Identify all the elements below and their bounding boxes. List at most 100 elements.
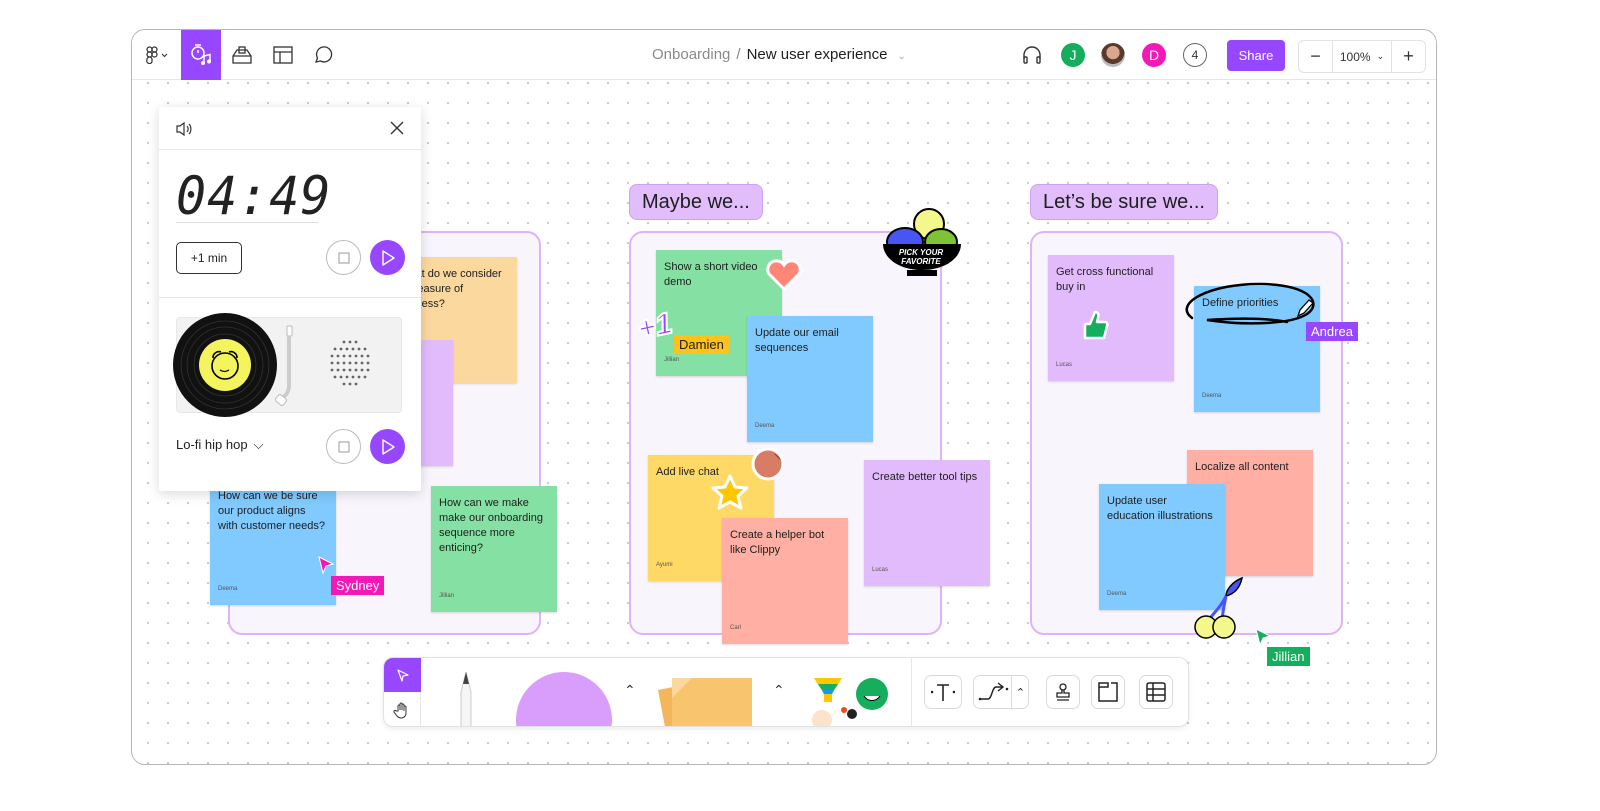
zoom-level-dropdown[interactable]: 100% ⌄: [1332, 41, 1392, 72]
stop-icon: [338, 441, 349, 452]
section-tool-button[interactable]: [1091, 675, 1125, 709]
star-sticker-icon[interactable]: [710, 473, 750, 513]
sticky-author: Jillian: [439, 593, 455, 599]
widgets-stickers-tool-icon[interactable]: [804, 672, 894, 727]
figma-logo-icon: [146, 46, 168, 64]
breadcrumb: Onboarding / New user experience ⌄: [652, 46, 906, 63]
shape-tool-expand-chevron[interactable]: ⌃: [624, 682, 636, 699]
sticky-author: Deema: [218, 586, 238, 592]
panel-divider: [159, 297, 421, 298]
volume-icon[interactable]: [175, 121, 193, 137]
panel-header: [159, 107, 421, 150]
sticky-text: Update user education illustrations: [1107, 495, 1213, 522]
plus-one-sticker[interactable]: +1: [634, 306, 676, 347]
stamp-tool-button[interactable]: [1046, 675, 1080, 709]
section-label[interactable]: Maybe we...: [629, 184, 763, 220]
sticky-note[interactable]: Update our email sequences Deema: [747, 316, 873, 442]
move-tool-button[interactable]: [384, 658, 421, 692]
sticky-text: Create a helper bot like Clippy: [730, 529, 825, 556]
connector-expand-chevron[interactable]: ⌃: [1011, 676, 1029, 710]
music-station-dropdown[interactable]: Lo-fi hip hop ⌵: [176, 437, 263, 453]
dot-sticker-icon[interactable]: [750, 446, 786, 482]
sticky-tool-expand-chevron[interactable]: ⌃: [773, 682, 785, 699]
sticky-note[interactable]: Create a helper bot like Clippy Carl: [722, 518, 848, 644]
sticky-note-tool-icon[interactable]: [652, 670, 764, 727]
sticky-note[interactable]: How can we be sure our product aligns wi…: [210, 479, 336, 605]
timer-underline: [176, 222, 318, 223]
stop-icon: [338, 252, 349, 263]
audio-button[interactable]: [1012, 30, 1052, 80]
headphones-icon: [1023, 46, 1041, 64]
resources-icon: [232, 46, 252, 64]
zoom-in-button[interactable]: +: [1392, 41, 1425, 72]
chevron-down-icon: ⌄: [1376, 51, 1385, 61]
sticky-text: Localize all content: [1195, 461, 1289, 473]
music-stop-button[interactable]: [326, 429, 361, 464]
timer-stop-button[interactable]: [326, 240, 361, 275]
cursor-label-damien: Damien: [674, 335, 729, 354]
music-play-button[interactable]: [370, 429, 405, 464]
breadcrumb-parent[interactable]: Onboarding: [652, 46, 730, 63]
toolbar-divider: [911, 658, 912, 726]
timer-music-button[interactable]: [181, 30, 221, 80]
cherries-sticker-icon[interactable]: [1184, 575, 1249, 640]
sticker-text: PICK YOUR FAVORITE: [898, 248, 944, 266]
add-minute-button[interactable]: +1 min: [176, 242, 242, 274]
zoom-out-button[interactable]: −: [1299, 41, 1332, 72]
figjam-window: Onboarding / New user experience ⌄ J D 4 Sh…: [131, 29, 1437, 765]
pick-your-favorite-sticker[interactable]: PICK YOUR FAVORITE: [877, 198, 965, 282]
pointer-icon: [396, 669, 409, 682]
layout-icon: [273, 46, 293, 64]
close-icon[interactable]: [390, 121, 404, 135]
section-icon: [1098, 682, 1118, 702]
comments-button[interactable]: [303, 30, 343, 80]
timer-music-icon: [191, 44, 211, 65]
cursor-arrow-icon: [1255, 628, 1272, 647]
zoom-controls: − 100% ⌄ +: [1298, 40, 1426, 73]
avatar[interactable]: J: [1061, 43, 1085, 67]
sticky-text: Create better tool tips: [872, 471, 978, 483]
sticky-author: Lucas: [1056, 362, 1073, 368]
text-tool-button[interactable]: [924, 675, 962, 709]
hand-tool-button[interactable]: [384, 692, 421, 726]
sticky-note[interactable]: How can we make make our onboarding sequ…: [431, 486, 557, 612]
stamp-icon: [1056, 683, 1070, 701]
timer-display[interactable]: 04:49: [176, 166, 332, 227]
connector-icon: [978, 682, 1009, 701]
sticky-text: Update our email sequences: [755, 327, 839, 354]
share-button[interactable]: Share: [1227, 40, 1285, 71]
top-bar: Onboarding / New user experience ⌄ J D 4 Sh…: [132, 30, 1436, 80]
sticky-text: Show a short video demo: [664, 261, 758, 288]
section-label[interactable]: Let’s be sure we...: [1030, 184, 1218, 220]
sticky-author: Lucas: [872, 567, 889, 573]
resources-button[interactable]: [222, 30, 262, 80]
chevron-down-icon[interactable]: ⌄: [897, 51, 905, 62]
text-icon: [931, 684, 955, 701]
pencil-cursor-icon: [1296, 299, 1314, 318]
heart-sticker-icon[interactable]: [764, 256, 804, 292]
comment-icon: [314, 46, 333, 63]
sticky-author: Deema: [755, 423, 775, 429]
sticky-note[interactable]: Create better tool tips Lucas: [864, 460, 990, 586]
vinyl-record-icon[interactable]: [172, 312, 278, 418]
table-tool-button[interactable]: [1139, 675, 1173, 709]
sticky-text: How can we be sure our product aligns wi…: [218, 490, 325, 532]
play-icon: [381, 438, 395, 455]
cursor-label-andrea: Andrea: [1306, 322, 1358, 341]
main-menu-button[interactable]: [138, 30, 178, 80]
collaborator-count-badge[interactable]: 4: [1183, 43, 1207, 67]
cursor-label-jillian: Jillian: [1267, 647, 1310, 666]
connector-tool-button[interactable]: ⌃: [973, 675, 1029, 710]
timer-music-panel: 04:49 +1 min Lo-fi hip hop ⌵: [159, 107, 421, 491]
thumbs-up-sticker-icon[interactable]: [1079, 308, 1113, 344]
templates-button[interactable]: [263, 30, 303, 80]
file-name[interactable]: New user experience: [747, 46, 888, 63]
chevron-down-icon: ⌵: [253, 437, 264, 452]
marker-tool-icon[interactable]: [446, 670, 486, 727]
breadcrumb-separator: /: [736, 46, 741, 63]
timer-play-button[interactable]: [370, 240, 405, 275]
shape-tool-icon[interactable]: [514, 670, 614, 727]
avatar[interactable]: D: [1142, 43, 1166, 67]
avatar-photo[interactable]: [1101, 43, 1125, 67]
play-icon: [381, 249, 395, 266]
